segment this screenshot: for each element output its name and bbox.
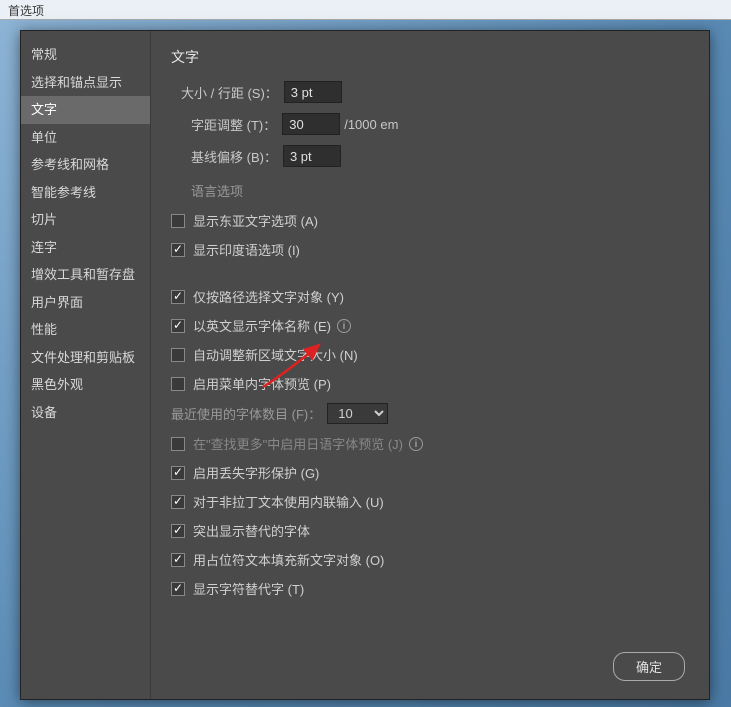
checkbox-glyph-alt[interactable] [171,582,185,596]
label-size-leading: 大小 / 行距 (S)： [181,83,284,102]
select-recent-fonts[interactable]: 10 [327,403,388,424]
checkbox-highlight-alt[interactable] [171,524,185,538]
checkbox-font-preview[interactable] [171,377,185,391]
sidebar-item-selection[interactable]: 选择和锚点显示 [21,69,150,97]
sidebar-item-plugins[interactable]: 增效工具和暂存盘 [21,261,150,289]
label-east-asian[interactable]: 显示东亚文字选项 (A) [193,211,318,230]
checkbox-row-indic: 显示印度语选项 (I) [171,235,689,264]
checkbox-indic[interactable] [171,243,185,257]
input-baseline[interactable] [283,145,341,167]
panel-title: 文字 [171,47,689,67]
input-size-leading[interactable] [284,81,342,103]
sidebar-item-ui[interactable]: 用户界面 [21,289,150,317]
ok-button[interactable]: 确定 [613,652,685,681]
label-missing-glyph[interactable]: 启用丢失字形保护 (G) [193,463,319,482]
label-glyph-alt[interactable]: 显示字符替代字 (T) [193,579,304,598]
row-baseline: 基线偏移 (B)： [171,145,689,167]
sidebar: 常规 选择和锚点显示 文字 单位 参考线和网格 智能参考线 切片 连字 增效工具… [21,31,151,699]
sidebar-item-black-appearance[interactable]: 黑色外观 [21,371,150,399]
row-tracking: 字距调整 (T)： /1000 em [171,113,689,135]
info-icon[interactable]: i [337,319,351,333]
sidebar-item-guides[interactable]: 参考线和网格 [21,151,150,179]
label-recent-fonts: 最近使用的字体数目 (F)： [171,404,321,423]
preferences-dialog: 常规 选择和锚点显示 文字 单位 参考线和网格 智能参考线 切片 连字 增效工具… [20,30,710,700]
checkbox-placeholder-fill[interactable] [171,553,185,567]
label-baseline: 基线偏移 (B)： [191,147,283,166]
sidebar-item-hyphenation[interactable]: 连字 [21,234,150,262]
row-size-leading: 大小 / 行距 (S)： [171,81,689,103]
checkbox-japanese-find[interactable] [171,437,185,451]
label-inline-input[interactable]: 对于非拉丁文本使用内联输入 (U) [193,492,384,511]
checkbox-row-missing-glyph: 启用丢失字形保护 (G) [171,458,689,487]
checkbox-row-auto-resize: 自动调整新区域文字大小 (N) [171,340,689,369]
sidebar-item-general[interactable]: 常规 [21,41,150,69]
checkbox-row-glyph-alt: 显示字符替代字 (T) [171,574,689,603]
input-tracking[interactable] [282,113,340,135]
sidebar-item-units[interactable]: 单位 [21,124,150,152]
sidebar-item-type[interactable]: 文字 [21,96,150,124]
label-auto-resize[interactable]: 自动调整新区域文字大小 (N) [193,345,358,364]
label-tracking: 字距调整 (T)： [191,115,282,134]
checkbox-missing-glyph[interactable] [171,466,185,480]
label-font-preview[interactable]: 启用菜单内字体预览 (P) [193,374,331,393]
label-placeholder-fill[interactable]: 用占位符文本填充新文字对象 (O) [193,550,384,569]
checkbox-inline-input[interactable] [171,495,185,509]
window-titlebar: 首选项 [0,0,731,20]
checkbox-row-japanese-find: 在"查找更多"中启用日语字体预览 (J) i [171,429,689,458]
label-path-select[interactable]: 仅按路径选择文字对象 (Y) [193,287,344,306]
sidebar-item-smart-guides[interactable]: 智能参考线 [21,179,150,207]
checkbox-row-east-asian: 显示东亚文字选项 (A) [171,206,689,235]
checkbox-row-placeholder-fill: 用占位符文本填充新文字对象 (O) [171,545,689,574]
checkbox-path-select[interactable] [171,290,185,304]
checkbox-auto-resize[interactable] [171,348,185,362]
checkbox-row-font-preview: 启用菜单内字体预览 (P) [171,369,689,398]
checkbox-row-highlight-alt: 突出显示替代的字体 [171,516,689,545]
button-row: 确定 [613,652,685,681]
language-section-label: 语言选项 [171,181,689,200]
label-english-font[interactable]: 以英文显示字体名称 (E) [193,316,331,335]
info-icon[interactable]: i [409,437,423,451]
content-panel: 文字 大小 / 行距 (S)： 字距调整 (T)： /1000 em 基线偏移 … [151,31,709,699]
checkbox-row-path-select: 仅按路径选择文字对象 (Y) [171,282,689,311]
checkbox-east-asian[interactable] [171,214,185,228]
suffix-tracking: /1000 em [344,117,398,132]
sidebar-item-devices[interactable]: 设备 [21,399,150,427]
checkbox-row-inline-input: 对于非拉丁文本使用内联输入 (U) [171,487,689,516]
label-indic[interactable]: 显示印度语选项 (I) [193,240,300,259]
window-title: 首选项 [8,4,44,18]
label-highlight-alt[interactable]: 突出显示替代的字体 [193,521,310,540]
checkbox-english-font[interactable] [171,319,185,333]
sidebar-item-performance[interactable]: 性能 [21,316,150,344]
label-japanese-find[interactable]: 在"查找更多"中启用日语字体预览 (J) [193,434,403,453]
row-recent-fonts: 最近使用的字体数目 (F)： 10 [171,398,689,429]
sidebar-item-slices[interactable]: 切片 [21,206,150,234]
checkbox-row-english-font: 以英文显示字体名称 (E) i [171,311,689,340]
sidebar-item-file-handling[interactable]: 文件处理和剪贴板 [21,344,150,372]
